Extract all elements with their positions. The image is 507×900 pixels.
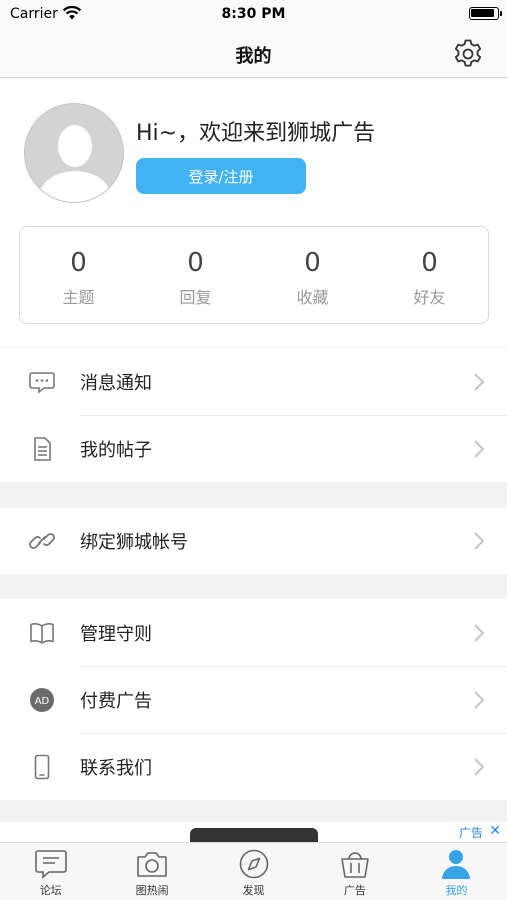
- menu-item-notifications[interactable]: 消息通知: [0, 348, 507, 415]
- phone-icon: [34, 754, 50, 780]
- menu-group-2: 绑定狮城帐号: [0, 507, 507, 574]
- tab-bar: 论坛 图热闹 发现 广告 我的: [0, 842, 507, 900]
- menu-item-paid-ads[interactable]: AD 付费广告: [0, 666, 507, 733]
- nav-bar: 我的: [0, 30, 507, 78]
- stat-value: 0: [304, 248, 321, 278]
- chevron-right-icon: [474, 532, 485, 550]
- page-title: 我的: [235, 46, 272, 67]
- tab-ads[interactable]: 广告: [304, 843, 405, 900]
- document-icon: [34, 437, 51, 461]
- tab-label: 发现: [242, 884, 265, 897]
- chevron-right-icon: [474, 691, 485, 709]
- ad-icon-text: AD: [35, 696, 50, 707]
- tab-discover[interactable]: 发现: [203, 843, 304, 900]
- stat-topics[interactable]: 0 主题: [20, 227, 137, 323]
- ad-banner[interactable]: 广告 ✕: [0, 822, 507, 844]
- menu-item-rules[interactable]: 管理守则: [0, 599, 507, 666]
- menu-item-label: 绑定狮城帐号: [80, 531, 188, 553]
- login-register-button[interactable]: 登录/注册: [136, 158, 306, 194]
- status-bar: Carrier 8:30 PM: [0, 0, 507, 30]
- stat-replies[interactable]: 0 回复: [137, 227, 254, 323]
- compass-icon: [239, 849, 268, 879]
- stat-label: 主题: [62, 288, 95, 307]
- tab-label: 我的: [445, 884, 468, 897]
- battery-icon: [469, 7, 502, 20]
- tab-label: 论坛: [39, 884, 62, 897]
- chevron-right-icon: [474, 758, 485, 776]
- link-icon: [29, 533, 55, 549]
- stat-label: 回复: [179, 288, 212, 307]
- ad-tag: 广告: [458, 826, 483, 840]
- chevron-right-icon: [474, 440, 485, 458]
- menu-item-label: 消息通知: [80, 372, 152, 394]
- tab-forum[interactable]: 论坛: [0, 843, 101, 900]
- chevron-right-icon: [474, 624, 485, 642]
- camera-icon: [137, 852, 167, 877]
- book-icon: [30, 623, 54, 644]
- stat-friends[interactable]: 0 好友: [371, 227, 488, 323]
- chevron-right-icon: [474, 373, 485, 391]
- person-icon: [442, 850, 471, 879]
- close-icon[interactable]: ✕: [489, 823, 501, 839]
- menu-item-label: 付费广告: [80, 690, 152, 712]
- stat-value: 0: [421, 248, 438, 278]
- tab-label: 图热闹: [135, 884, 169, 897]
- profile-section: Hi~，欢迎来到狮城广告 登录/注册 0 主题 0 回复 0 收藏 0 好友: [0, 79, 507, 347]
- menu-group-3: 管理守则 AD 付费广告 联系我们: [0, 599, 507, 800]
- basket-icon: [341, 852, 369, 878]
- avatar[interactable]: [24, 103, 124, 203]
- menu-item-label: 我的帖子: [80, 439, 152, 461]
- menu-item-label: 联系我们: [80, 757, 152, 779]
- menu-group-1: 消息通知 我的帖子: [0, 348, 507, 482]
- stat-value: 0: [187, 248, 204, 278]
- stat-label: 收藏: [296, 288, 329, 307]
- clock: 8:30 PM: [221, 6, 286, 22]
- tab-mine[interactable]: 我的: [406, 843, 507, 900]
- message-icon: [29, 372, 55, 394]
- chat-icon: [34, 850, 67, 879]
- greeting-text: Hi~，欢迎来到狮城广告: [136, 121, 376, 146]
- stat-value: 0: [70, 248, 87, 278]
- menu-item-bind-account[interactable]: 绑定狮城帐号: [0, 507, 507, 574]
- ad-icon: AD: [30, 688, 54, 712]
- default-avatar-icon: [37, 125, 113, 202]
- tab-label: 广告: [343, 884, 366, 897]
- stats-panel: 0 主题 0 回复 0 收藏 0 好友: [19, 226, 489, 324]
- stat-favorites[interactable]: 0 收藏: [254, 227, 371, 323]
- tab-photos[interactable]: 图热闹: [101, 843, 202, 900]
- menu-item-contact-us[interactable]: 联系我们: [0, 733, 507, 800]
- menu-item-label: 管理守则: [80, 623, 152, 645]
- menu-item-my-posts[interactable]: 我的帖子: [0, 415, 507, 482]
- gear-icon[interactable]: [451, 37, 485, 71]
- stat-label: 好友: [413, 288, 446, 307]
